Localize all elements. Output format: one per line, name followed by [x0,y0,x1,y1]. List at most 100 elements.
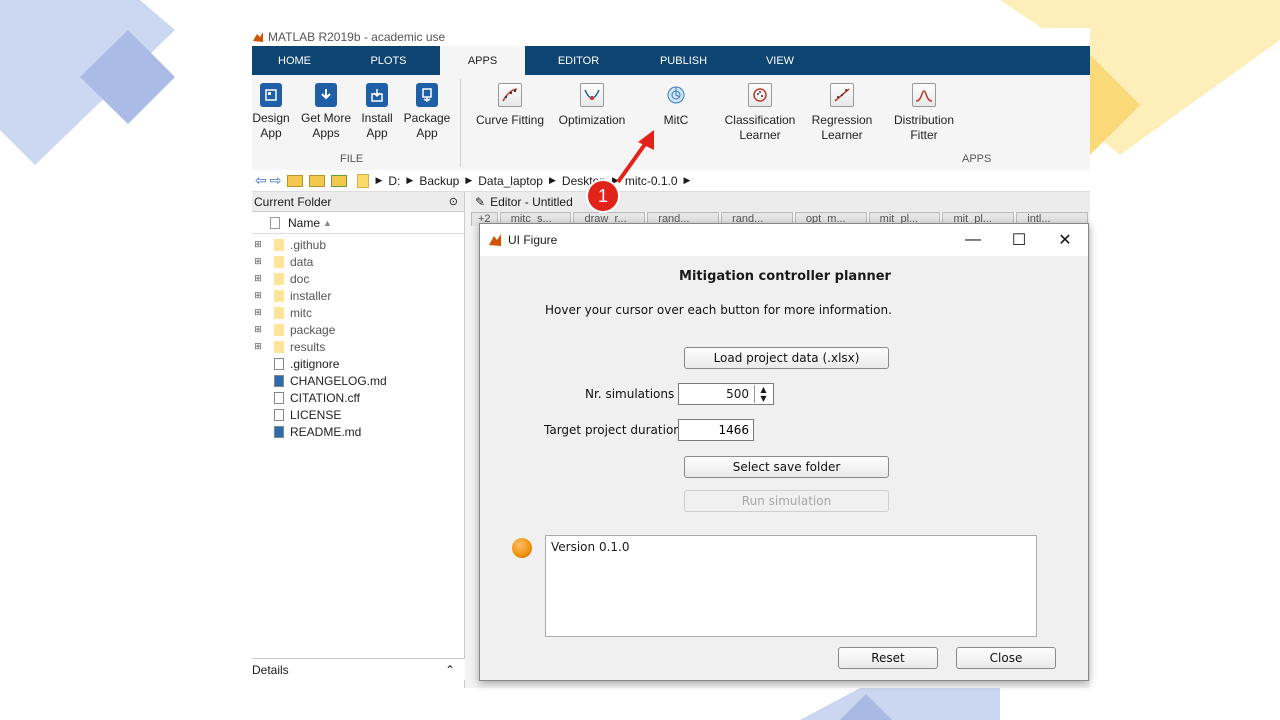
search-folder-icon[interactable] [331,174,348,187]
folder-icon [274,323,284,336]
target-duration-input[interactable] [678,419,754,441]
expand-icon[interactable]: ⊞ [252,341,264,352]
markdown-file-icon [274,374,284,387]
list-item[interactable]: CHANGELOG.md [252,372,464,389]
nr-simulations-label: Nr. simulations [585,387,675,401]
hint-text: Hover your cursor over each button for m… [545,303,892,317]
current-folder-panel: Current Folder ⊙ Name ▲ ⊞ .github ⊞ data ⊞… [252,192,465,688]
list-item[interactable]: ⊞ .github [252,236,464,253]
list-item[interactable]: ⊞ data [252,253,464,270]
spinner-arrows-icon[interactable]: ▲ ▼ [754,385,772,403]
expand-icon[interactable]: ⊞ [252,239,264,250]
file-icon [274,357,284,370]
file-type-icon [270,216,280,229]
optimization-icon [580,83,604,107]
sort-up-icon: ▲ [323,217,332,228]
matlab-logo-icon [489,234,501,246]
list-item[interactable]: .gitignore [252,355,464,372]
folder-list: ⊞ .github ⊞ data ⊞ doc ⊞ installer ⊞ mitc ⊞ pa… [252,234,464,440]
browse-folder-icon[interactable] [309,174,326,187]
nr-simulations-spinner[interactable]: 500 ▲ ▼ [678,383,774,405]
page-title: Mitigation controller planner [679,269,891,284]
log-textarea[interactable]: Version 0.1.0 [545,535,1037,637]
list-item[interactable]: CITATION.cff [252,389,464,406]
distribution-fitter-icon [912,83,936,107]
minimize-button[interactable]: — [950,224,996,256]
design-app-button[interactable]: Design App [252,83,290,141]
back-arrow-icon[interactable]: ⇦ [255,172,267,189]
crumb-drive[interactable]: D: [388,174,400,188]
download-icon [315,83,337,107]
name-column-header[interactable]: Name ▲ [252,212,464,234]
list-item[interactable]: ⊞ doc [252,270,464,287]
ui-figure-title: UI Figure [508,233,558,247]
up-folder-icon[interactable] [287,174,304,187]
apps-section-label: APPS [962,153,992,165]
reset-button[interactable]: Reset [838,647,938,669]
package-app-button[interactable]: Package App [402,83,452,141]
expand-icon[interactable]: ⊞ [252,273,264,284]
folder-icon [274,306,284,319]
tab-view[interactable]: VIEW [735,46,825,75]
pencil-icon: ✎ [475,195,486,209]
path-bar: ⇦ ⇨ ▶ D: ▶ Backup ▶ Data_laptop ▶ Deskto… [252,170,1090,192]
install-app-button[interactable]: Install App [360,83,394,141]
tab-plots[interactable]: PLOTS [337,46,440,75]
folder-icon [274,272,284,285]
close-window-button[interactable]: ✕ [1042,224,1088,256]
curve-fitting-icon [498,83,522,107]
expand-icon[interactable]: ⊞ [252,290,264,301]
tab-home[interactable]: HOME [252,46,337,75]
package-icon [416,83,438,107]
tab-apps[interactable]: APPS [440,46,525,75]
list-item[interactable]: ⊞ installer [252,287,464,304]
ribbon: Design App Get More Apps Install App Pac… [252,75,1090,173]
install-icon [366,83,388,107]
details-panel[interactable]: Details ⌃ [252,658,465,680]
app-curve-fitting[interactable]: Curve Fitting [474,83,546,128]
crumb-separator: ▶ [375,175,383,185]
panel-menu-icon[interactable]: ⊙ [449,195,458,208]
window-titlebar: MATLAB R2019b - academic use [252,28,1090,46]
tab-editor[interactable]: EDITOR [525,46,632,75]
target-duration-label: Target project duration [544,423,681,437]
close-button[interactable]: Close [956,647,1056,669]
regression-learner-icon [830,83,854,107]
app-distribution-fitter[interactable]: Distribution Fitter [888,83,960,143]
crumb-backup[interactable]: Backup [419,174,459,188]
list-item[interactable]: LICENSE [252,406,464,423]
folder-icon [274,255,284,268]
list-item[interactable]: ⊞ package [252,321,464,338]
mitc-app-icon [664,83,688,107]
app-regression-learner[interactable]: Regression Learner [808,83,876,143]
design-app-icon [260,83,282,107]
tab-publish[interactable]: PUBLISH [632,46,735,75]
file-icon [274,391,284,404]
maximize-button[interactable]: ☐ [996,224,1042,256]
load-project-data-button[interactable]: Load project data (.xlsx) [684,347,889,369]
get-more-apps-button[interactable]: Get More Apps [298,83,354,141]
chevron-up-icon[interactable]: ⌃ [445,663,455,677]
list-item[interactable]: README.md [252,423,464,440]
ui-figure-window: UI Figure — ☐ ✕ Mitigation controller pl… [479,223,1089,681]
expand-icon[interactable]: ⊞ [252,256,264,267]
list-item[interactable]: ⊞ results [252,338,464,355]
file-section-label: FILE [340,153,364,165]
classification-learner-icon [748,83,772,107]
current-folder-title: Current Folder [254,194,332,209]
folder-icon [274,289,284,302]
status-lamp [512,538,532,558]
toolstrip-tabs: HOME PLOTS APPS EDITOR PUBLISH VIEW [252,46,1090,75]
expand-icon[interactable]: ⊞ [252,324,264,335]
ui-figure-titlebar: UI Figure — ☐ ✕ [480,224,1088,256]
crumb-data-laptop[interactable]: Data_laptop [478,174,543,188]
run-simulation-button[interactable]: Run simulation [684,490,889,512]
app-classification-learner[interactable]: Classification Learner [720,83,800,143]
file-icon [274,408,284,421]
expand-icon[interactable]: ⊞ [252,307,264,318]
select-save-folder-button[interactable]: Select save folder [684,456,889,478]
step-badge: 1 [586,179,620,213]
list-item[interactable]: ⊞ mitc [252,304,464,321]
section-divider [460,79,461,167]
forward-arrow-icon[interactable]: ⇨ [270,172,282,189]
